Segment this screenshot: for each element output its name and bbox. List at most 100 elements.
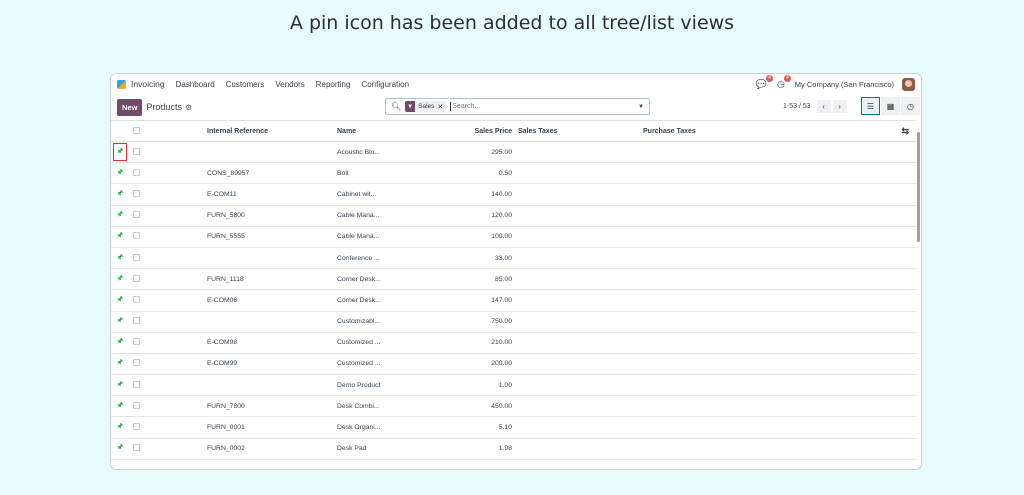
row-select-cell[interactable]: [129, 162, 149, 185]
pin-cell[interactable]: 🖈︎: [111, 141, 129, 164]
company-switcher[interactable]: My Company (San Francisco): [795, 80, 894, 89]
pager-value[interactable]: 1-53 / 53: [783, 103, 811, 110]
pin-icon[interactable]: 🖈︎: [113, 185, 127, 203]
row-select-cell[interactable]: [129, 141, 149, 164]
search-input[interactable]: [450, 102, 639, 111]
pin-icon[interactable]: 🖈︎: [113, 143, 127, 162]
pin-cell[interactable]: 🖈︎: [111, 289, 129, 312]
row-select-cell[interactable]: [129, 205, 149, 227]
row-checkbox[interactable]: [133, 168, 140, 176]
table-row[interactable]: 🖈︎ FURN_1118 Corner Desk... 85.00: [111, 268, 917, 291]
row-select-cell[interactable]: [129, 289, 149, 312]
chevron-down-icon[interactable]: ▼: [638, 104, 644, 110]
pin-icon[interactable]: 🖈︎: [113, 440, 127, 458]
header-sales-price[interactable]: Sales Price: [455, 120, 515, 142]
row-checkbox[interactable]: [133, 211, 140, 219]
pin-icon[interactable]: 🖈︎: [113, 207, 127, 225]
new-button[interactable]: New: [117, 98, 143, 116]
row-select-cell[interactable]: [129, 395, 149, 418]
nav-vendors[interactable]: Vendors: [275, 80, 304, 89]
sliders-icon[interactable]: ⇆: [901, 126, 909, 136]
pin-cell[interactable]: 🖈︎: [111, 374, 129, 397]
pin-cell[interactable]: 🖈︎: [111, 183, 129, 206]
nav-customers[interactable]: Customers: [226, 80, 265, 89]
table-row[interactable]: 🖈︎ E-COM11 Cabinet wit... 140.00: [111, 183, 917, 206]
pin-icon[interactable]: 🖈︎: [113, 270, 127, 288]
search-icon[interactable]: 🔍︎: [391, 102, 401, 111]
clock-icon[interactable]: ◷ 4: [777, 74, 791, 90]
nav-reporting[interactable]: Reporting: [316, 80, 351, 89]
search-facet[interactable]: ▼ Sales ✕: [405, 101, 447, 112]
table-row[interactable]: 🖈︎ FURN_7800 Desk Combi... 450.00: [111, 395, 917, 418]
pin-icon[interactable]: 🖈︎: [113, 334, 127, 352]
search-bar[interactable]: 🔍︎ ▼ Sales ✕ ▼: [385, 98, 650, 115]
close-icon[interactable]: ✕: [437, 103, 446, 111]
nav-dashboard[interactable]: Dashboard: [176, 80, 215, 89]
optional-columns-toggle[interactable]: ⇆: [833, 120, 917, 142]
table-row[interactable]: 🖈︎ E-COM99 Customized ... 200.00: [111, 353, 917, 376]
table-row[interactable]: 🖈︎ FURN_5555 Cable Mana... 100.00: [111, 226, 917, 248]
pin-icon[interactable]: 🖈︎: [113, 228, 127, 246]
nav-app-name[interactable]: Invoicing: [131, 79, 165, 89]
row-checkbox[interactable]: [133, 232, 140, 240]
pin-icon[interactable]: 🖈︎: [113, 313, 127, 331]
table-row[interactable]: 🖈︎ Demo Product 1.00: [111, 374, 917, 397]
row-select-cell[interactable]: [129, 438, 149, 460]
pin-icon[interactable]: 🖈︎: [113, 249, 127, 267]
row-checkbox[interactable]: [133, 380, 140, 388]
header-select-all[interactable]: [129, 120, 149, 142]
row-checkbox[interactable]: [133, 401, 140, 409]
header-sales-taxes[interactable]: Sales Taxes: [515, 120, 643, 142]
pin-icon[interactable]: 🖈︎: [113, 164, 127, 182]
chevron-right-icon[interactable]: ›: [832, 100, 847, 113]
pin-icon[interactable]: 🖈︎: [113, 419, 127, 437]
pin-icon[interactable]: 🖈︎: [113, 291, 127, 309]
pin-cell[interactable]: 🖈︎: [111, 205, 129, 227]
user-avatar[interactable]: [902, 77, 915, 91]
select-all-checkbox[interactable]: [133, 126, 140, 134]
pin-cell[interactable]: 🖈︎: [111, 353, 129, 376]
row-checkbox[interactable]: [133, 338, 140, 346]
pin-cell[interactable]: 🖈︎: [111, 226, 129, 248]
table-row[interactable]: 🖈︎ E-COM98 Customized ... 210.00: [111, 332, 917, 354]
row-select-cell[interactable]: [129, 226, 149, 248]
activity-view-icon[interactable]: ◷: [901, 97, 920, 115]
row-select-cell[interactable]: [129, 374, 149, 397]
pin-cell[interactable]: 🖈︎: [111, 162, 129, 185]
row-select-cell[interactable]: [129, 353, 149, 376]
row-select-cell[interactable]: [129, 247, 149, 270]
kanban-view-icon[interactable]: ▦: [881, 97, 900, 115]
gear-icon[interactable]: ⚙: [185, 103, 192, 112]
app-logo-icon[interactable]: [117, 79, 126, 89]
table-row[interactable]: 🖈︎ FURN_0001 Desk Organi... 5.10: [111, 416, 917, 439]
row-select-cell[interactable]: [129, 268, 149, 291]
pin-cell[interactable]: 🖈︎: [111, 395, 129, 418]
table-row[interactable]: 🖈︎ E-COM06 Corner Desk... 147.00: [111, 289, 917, 312]
row-checkbox[interactable]: [133, 423, 140, 431]
scrollbar[interactable]: [917, 132, 920, 242]
pin-cell[interactable]: 🖈︎: [111, 311, 129, 333]
pin-icon[interactable]: 🖈︎: [113, 397, 127, 415]
list-view-icon[interactable]: ☰: [861, 97, 880, 115]
chevron-left-icon[interactable]: ‹: [816, 100, 831, 113]
row-checkbox[interactable]: [133, 147, 140, 155]
pin-cell[interactable]: 🖈︎: [111, 332, 129, 354]
table-row[interactable]: 🖈︎ FURN_0002 Desk Pad 1.98: [111, 438, 917, 460]
pin-cell[interactable]: 🖈︎: [111, 268, 129, 291]
pin-cell[interactable]: 🖈︎: [111, 416, 129, 439]
row-select-cell[interactable]: [129, 416, 149, 439]
row-checkbox[interactable]: [133, 253, 140, 261]
pin-icon[interactable]: 🖈︎: [113, 376, 127, 394]
table-row[interactable]: 🖈︎ Acoustic Blo... 295.00: [111, 141, 917, 164]
row-select-cell[interactable]: [129, 311, 149, 333]
table-row[interactable]: 🖈︎ CONS_89957 Bolt 0.50: [111, 162, 917, 185]
row-select-cell[interactable]: [129, 183, 149, 206]
header-internal-reference[interactable]: Internal Reference: [149, 120, 337, 142]
row-checkbox[interactable]: [133, 317, 140, 325]
pin-cell[interactable]: 🖈︎: [111, 247, 129, 270]
table-row[interactable]: 🖈︎ Conference ... 33.00: [111, 247, 917, 270]
pin-icon[interactable]: 🖈︎: [113, 355, 127, 373]
header-name[interactable]: Name: [337, 120, 455, 142]
nav-configuration[interactable]: Configuration: [361, 80, 409, 89]
row-select-cell[interactable]: [129, 332, 149, 354]
